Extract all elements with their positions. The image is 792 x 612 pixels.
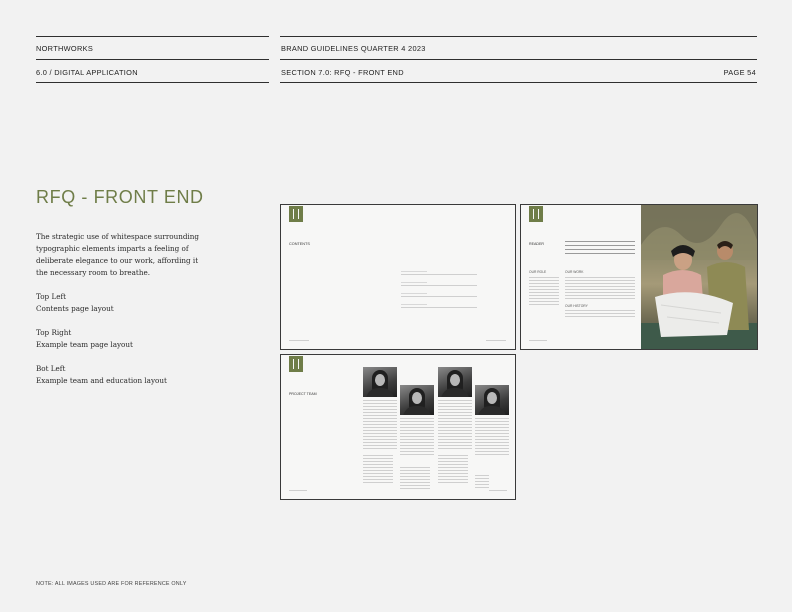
team-member-portrait <box>438 367 472 397</box>
brand-logo-icon <box>289 356 303 372</box>
team-heading: READER <box>529 242 544 246</box>
page-title: RFQ - FRONT END <box>36 187 204 207</box>
section-center: SECTION 7.0: RFQ - FRONT END <box>281 68 404 77</box>
footer-text <box>289 340 309 341</box>
team-body-text <box>565 310 635 319</box>
intro-line: the necessary room to breathe. <box>36 268 150 277</box>
caption-label: Top Right <box>36 328 72 337</box>
thumbnail-contents-page: CONTENTS <box>280 204 516 350</box>
intro-line: deliberate elegance to our work, affordi… <box>36 256 199 265</box>
caption-label: Top Left <box>36 292 67 301</box>
intro-line: The strategic use of whitespace surround… <box>36 232 200 241</box>
team-subheading: OUR WORK <box>565 270 584 274</box>
caption-top-left: Top Left Contents page layout <box>36 291 114 315</box>
caption-top-right: Top Right Example team page layout <box>36 327 133 351</box>
caption-desc: Example team page layout <box>36 340 133 349</box>
brand-name: NORTHWORKS <box>36 44 94 53</box>
header-rule-mid-left <box>36 59 269 60</box>
thumbnail-team-page: READER OUR ROLE OUR WORK OUR HISTORY <box>520 204 758 350</box>
footer-text <box>489 490 507 491</box>
thumbnail-project-team-page: PROJECT TEAM <box>280 354 516 500</box>
team-member-education <box>363 455 393 485</box>
header-rule-bottom-right <box>280 82 757 83</box>
caption-desc: Example team and education layout <box>36 376 167 385</box>
intro-line: typographic elements imparts a feeling o… <box>36 244 189 253</box>
footer-text <box>529 340 547 341</box>
toc-entries <box>401 271 427 311</box>
brand-logo-icon <box>529 206 543 222</box>
team-member-bio <box>438 400 472 450</box>
footer-text <box>486 340 506 341</box>
caption-bot-left: Bot Left Example team and education layo… <box>36 363 167 387</box>
header-rule-top-left <box>36 36 269 37</box>
team-member-portrait <box>475 385 509 415</box>
header-rule-bottom-left <box>36 82 269 83</box>
document-title: BRAND GUIDELINES QUARTER 4 2023 <box>281 44 426 53</box>
footer-note: NOTE: ALL IMAGES USED ARE FOR REFERENCE … <box>36 581 187 587</box>
team-member-bio <box>363 400 397 450</box>
contents-heading: CONTENTS <box>289 242 310 246</box>
caption-label: Bot Left <box>36 364 66 373</box>
intro-paragraph: The strategic use of whitespace surround… <box>36 231 226 279</box>
team-member-bio <box>475 418 509 456</box>
team-member-education <box>475 475 489 489</box>
footer-text <box>289 490 307 491</box>
team-member-education <box>400 467 430 489</box>
team-photo-illustration <box>641 205 757 349</box>
team-intro-text <box>565 241 635 256</box>
team-member-bio <box>400 418 434 456</box>
caption-desc: Contents page layout <box>36 304 114 313</box>
header-rule-top-right <box>280 36 757 37</box>
page-number: PAGE 54 <box>723 68 756 77</box>
team-subheading: OUR ROLE <box>529 270 547 274</box>
project-team-heading: PROJECT TEAM <box>289 392 317 396</box>
section-left: 6.0 / DIGITAL APPLICATION <box>36 68 138 77</box>
team-body-text <box>529 277 559 307</box>
team-member-education <box>438 455 468 485</box>
team-body-text <box>565 277 635 299</box>
brand-logo-icon <box>289 206 303 222</box>
team-photo <box>641 205 757 349</box>
team-member-portrait <box>363 367 397 397</box>
team-member-portrait <box>400 385 434 415</box>
header-rule-mid-right <box>280 59 757 60</box>
team-subheading: OUR HISTORY <box>565 304 588 308</box>
